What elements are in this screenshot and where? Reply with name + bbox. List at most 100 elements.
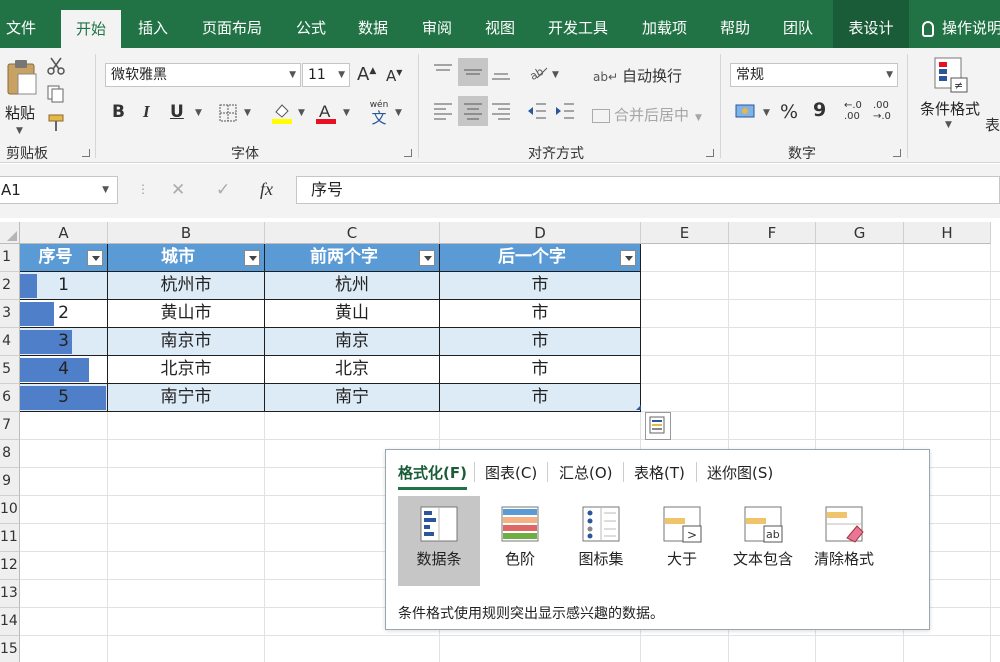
filter-dropdown-icon[interactable] [620,250,636,266]
font-color-icon[interactable]: A [314,100,338,124]
row-header[interactable]: 8 [0,440,20,468]
filter-dropdown-icon[interactable] [419,250,435,266]
tab-table-design[interactable]: 表设计 [833,0,909,48]
fill-color-icon[interactable] [270,100,294,124]
clipboard-launcher-icon[interactable] [82,149,90,157]
increase-font-size-button[interactable]: A▲ [357,64,376,85]
table-resize-handle-icon[interactable] [636,405,641,410]
table-cell[interactable]: 黄山 [265,300,440,328]
tab-data[interactable]: 数据 [358,0,388,48]
column-header[interactable]: G [816,222,904,244]
qa-icon-set[interactable]: 图标集 [560,496,642,586]
row-header[interactable]: 9 [0,468,20,496]
row-header[interactable]: 13 [0,580,20,608]
row-header[interactable]: 6 [0,384,20,412]
tab-insert[interactable]: 插入 [138,0,168,48]
table-header-cell[interactable]: 序号 [20,244,108,272]
table-header-cell[interactable]: 前两个字 [265,244,440,272]
row-header[interactable]: 2 [0,272,20,300]
font-size-select[interactable]: 11 ▼ [302,63,350,87]
filter-dropdown-icon[interactable] [87,250,103,266]
qa-text-contains[interactable]: ab 文本包含 [722,496,804,586]
align-middle-button[interactable] [458,58,488,86]
alignment-launcher-icon[interactable] [706,149,714,157]
insert-function-icon[interactable]: fx [260,179,273,200]
conditional-formatting-button[interactable]: ≠ 条件格式 ▼ [915,54,987,140]
qa-greater-than[interactable]: > 大于 [641,496,723,586]
decrease-indent-icon[interactable] [526,100,548,122]
qa-color-scale[interactable]: 色阶 [479,496,561,586]
copy-icon[interactable] [46,84,68,104]
row-header[interactable]: 3 [0,300,20,328]
enter-icon[interactable]: ✓ [216,180,230,200]
tab-add-ins[interactable]: 加载项 [642,0,687,48]
tab-help[interactable]: 帮助 [720,0,750,48]
borders-icon[interactable] [218,103,238,123]
table-cell[interactable]: 市 [440,328,641,356]
scissors-icon[interactable] [46,56,66,76]
table-cell[interactable]: 1 [20,272,108,300]
align-bottom-icon[interactable] [490,62,512,82]
formula-input[interactable]: 序号 [296,176,1000,204]
column-header[interactable]: A [20,222,108,244]
format-painter-icon[interactable] [46,112,68,134]
tab-home[interactable]: 开始 [61,10,122,48]
chevron-down-icon[interactable]: ▼ [395,108,402,118]
chevron-down-icon[interactable]: ▼ [552,70,559,80]
column-header[interactable]: H [904,222,991,244]
decrease-decimal-button[interactable]: .00 →.0 [873,100,891,122]
comma-style-button[interactable]: 9 [813,99,826,121]
chevron-down-icon[interactable]: ▼ [763,108,770,118]
table-cell[interactable]: 南宁市 [108,384,265,412]
tab-team[interactable]: 团队 [783,0,813,48]
underline-button[interactable]: U [170,102,184,122]
tab-view[interactable]: 视图 [485,0,515,48]
row-header[interactable]: 12 [0,552,20,580]
paste-button[interactable]: 粘贴 ▼ [2,56,42,136]
qa-tab-tables[interactable]: 表格(T) [634,462,685,483]
qa-clear-format[interactable]: 清除格式 [803,496,885,586]
name-box[interactable]: A1 ▼ [0,176,118,204]
table-header-cell[interactable]: 后一个字 [440,244,641,272]
increase-decimal-button[interactable]: ←.0.00 [844,100,862,122]
chevron-down-icon[interactable]: ▼ [195,108,202,118]
table-cell[interactable]: 黄山市 [108,300,265,328]
column-header[interactable]: F [729,222,816,244]
phonetic-guide-button[interactable]: wén 文 [366,100,392,126]
table-cell[interactable]: 市 [440,384,641,412]
table-cell[interactable]: 5 [20,384,108,412]
qa-tab-formatting[interactable]: 格式化(F) [398,462,467,490]
table-cell[interactable]: 市 [440,356,641,384]
merge-center-button[interactable]: 合并后居中 ▼ [592,104,702,125]
align-top-icon[interactable] [432,62,454,82]
qa-tab-totals[interactable]: 汇总(O) [559,462,613,483]
number-format-select[interactable]: 常规 ▼ [730,63,898,87]
font-name-select[interactable]: 微软雅黑 ▼ [105,63,301,87]
row-header[interactable]: 1 [0,244,20,272]
select-all-corner[interactable] [0,222,20,244]
row-header[interactable]: 11 [0,524,20,552]
column-header[interactable]: C [265,222,440,244]
table-cell[interactable]: 南京市 [108,328,265,356]
align-left-icon[interactable] [432,100,454,122]
align-right-icon[interactable] [490,100,512,122]
tab-review[interactable]: 审阅 [422,0,452,48]
row-header[interactable]: 5 [0,356,20,384]
orientation-icon[interactable]: ab [527,62,549,82]
column-header[interactable]: E [641,222,729,244]
qa-data-bars[interactable]: 数据条 [398,496,480,586]
row-header[interactable]: 4 [0,328,20,356]
table-cell[interactable]: 杭州市 [108,272,265,300]
align-center-button[interactable] [458,96,488,126]
table-cell[interactable]: 杭州 [265,272,440,300]
filter-dropdown-icon[interactable] [244,250,260,266]
chevron-down-icon[interactable]: ▼ [298,108,305,118]
tell-me-search[interactable]: 操作说明 [922,0,1000,48]
number-launcher-icon[interactable] [893,149,901,157]
table-cell[interactable]: 北京 [265,356,440,384]
tab-formulas[interactable]: 公式 [296,0,326,48]
chevron-down-icon[interactable]: ▼ [244,108,251,118]
increase-indent-icon[interactable] [554,100,576,122]
tab-page-layout[interactable]: 页面布局 [202,0,262,48]
table-header-cell[interactable]: 城市 [108,244,265,272]
